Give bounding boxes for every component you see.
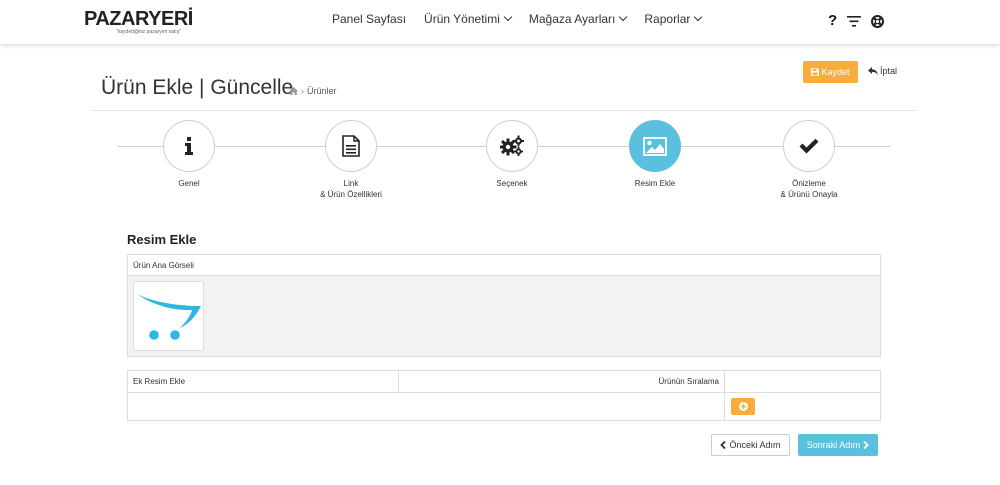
save-label: Kaydet xyxy=(821,67,850,77)
header-divider xyxy=(91,110,917,111)
extra-images-table: Ek Resim Ekle Ürünün Sıralama xyxy=(127,370,881,421)
nav-label: Ürün Yönetimi xyxy=(424,12,500,26)
image-icon xyxy=(643,136,667,156)
add-image-button[interactable] xyxy=(731,398,755,415)
breadcrumb-separator: › xyxy=(301,86,304,96)
cart-placeholder-icon xyxy=(137,294,201,340)
section-title: Resim Ekle xyxy=(127,232,197,247)
cancel-button[interactable]: İptal xyxy=(868,66,897,76)
main-image-body xyxy=(128,276,880,356)
help-icon[interactable]: ? xyxy=(828,12,837,29)
breadcrumb-current[interactable]: Ürünler xyxy=(307,86,337,96)
wizard-step-link[interactable]: Link & Ürün Özellikleri xyxy=(291,120,411,200)
home-icon[interactable] xyxy=(289,87,298,95)
table-row xyxy=(128,393,880,421)
floppy-icon xyxy=(811,68,820,76)
top-icons: ? xyxy=(828,12,885,29)
chevron-down-icon xyxy=(503,12,513,22)
wizard-step-genel[interactable]: Genel xyxy=(129,120,249,189)
nav-label: Raporlar xyxy=(644,12,691,26)
logo-text: PAZARYERİ xyxy=(84,8,193,30)
step-circle-active xyxy=(629,120,681,172)
step-label: Seçenek xyxy=(496,179,528,188)
nav-magaza-ayarlari[interactable]: Mağaza Ayarları xyxy=(528,12,628,26)
next-step-label: Sonraki Adım xyxy=(806,440,861,450)
main-image-thumbnail[interactable] xyxy=(133,281,204,351)
chevron-down-icon xyxy=(619,12,628,22)
step-circle xyxy=(325,120,377,172)
top-navbar: PAZARYERİ "kaydettiğiniz pazaryeri satış… xyxy=(0,0,1000,44)
step-circle xyxy=(163,120,215,172)
cancel-label: İptal xyxy=(880,66,898,76)
plus-circle-icon xyxy=(738,402,748,411)
step-label: Önizleme & Ürünü Onayla xyxy=(780,179,838,199)
previous-step-label: Önceki Adım xyxy=(729,440,781,450)
table-cell xyxy=(128,393,725,421)
logo[interactable]: PAZARYERİ "kaydettiğiniz pazaryeri satış… xyxy=(84,9,193,35)
main-nav: Panel Sayfası Ürün Yönetimi Mağaza Ayarl… xyxy=(332,12,719,26)
extra-image-header: Ek Resim Ekle xyxy=(128,371,399,393)
next-step-button[interactable]: Sonraki Adım xyxy=(798,434,878,456)
step-label: Link & Ürün Özellikleri xyxy=(320,179,382,199)
step-label: Resim Ekle xyxy=(634,179,676,188)
reply-icon xyxy=(868,67,878,75)
nav-label: Panel Sayfası xyxy=(332,12,407,26)
wizard-step-resim-ekle[interactable]: Resim Ekle xyxy=(595,120,715,189)
save-button[interactable]: Kaydet xyxy=(803,61,858,83)
nav-panel-sayfasi[interactable]: Panel Sayfası xyxy=(332,12,406,26)
nav-urun-yonetimi[interactable]: Ürün Yönetimi xyxy=(424,12,513,26)
previous-step-button[interactable]: Önceki Adım xyxy=(711,434,790,456)
main-image-panel: Ürün Ana Görseli xyxy=(127,254,881,357)
wizard-step-secenek[interactable]: Seçenek xyxy=(452,120,572,189)
wizard-step-onizleme[interactable]: Önizleme & Ürünü Onayla xyxy=(749,120,869,200)
table-header-row: Ek Resim Ekle Ürünün Sıralama xyxy=(128,371,880,393)
chevron-down-icon xyxy=(694,12,703,22)
lifebuoy-icon[interactable] xyxy=(871,14,885,28)
step-circle xyxy=(783,120,835,172)
nav-raporlar[interactable]: Raporlar xyxy=(644,12,703,26)
sort-order-header: Ürünün Sıralama xyxy=(399,371,725,393)
step-circle xyxy=(486,120,538,172)
nav-label: Mağaza Ayarları xyxy=(528,12,616,26)
main-image-header: Ürün Ana Görseli xyxy=(128,255,880,276)
filter-icon[interactable] xyxy=(847,16,862,27)
gears-icon xyxy=(500,135,524,156)
chevron-left-icon xyxy=(720,441,727,449)
chevron-right-icon xyxy=(863,441,870,449)
check-icon xyxy=(799,138,819,154)
info-icon xyxy=(185,137,193,155)
document-icon xyxy=(342,135,360,157)
breadcrumb: › Ürünler xyxy=(289,86,337,96)
page-title: Ürün Ekle | Güncelle xyxy=(101,76,294,99)
step-label: Genel xyxy=(178,179,200,188)
